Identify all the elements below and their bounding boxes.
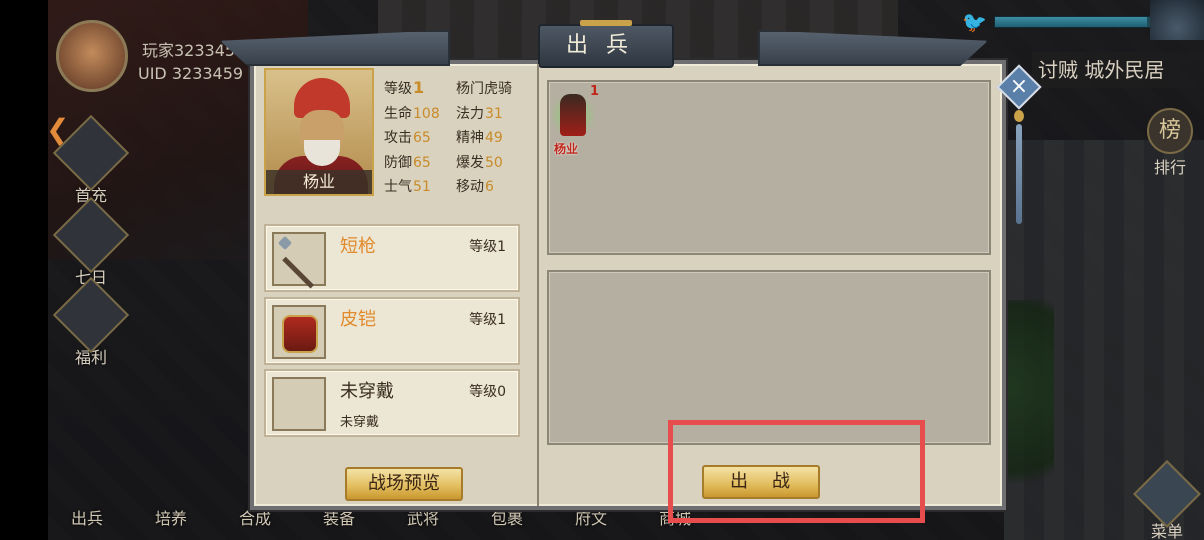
hero-portrait[interactable]: 杨业	[264, 68, 374, 196]
bottom-nav-bar: 出兵 培养 合成 装备 武将 包裹 府文 商城	[60, 505, 710, 540]
empty-slot-icon	[272, 377, 326, 431]
nav-deploy[interactable]: 出兵	[60, 505, 114, 540]
deployed-unit[interactable]: 1 杨业	[548, 84, 600, 158]
deploy-formation-area[interactable]	[547, 80, 991, 255]
equipment-level: 等级0	[469, 384, 506, 400]
hero-unit-type: 杨门虎骑	[456, 81, 512, 98]
welfare-button[interactable]: 福利	[52, 276, 130, 368]
equipment-name: 皮铠	[340, 309, 376, 330]
dialog-title-bar: 出兵	[220, 18, 988, 74]
title-wing-right	[758, 30, 988, 66]
stat-row: 攻击65 精神49	[384, 130, 503, 147]
dialog-title: 出兵	[538, 20, 674, 68]
equipment-slot-weapon[interactable]: 短枪 等级1	[264, 224, 520, 292]
equipment-slot-armor[interactable]: 皮铠 等级1	[264, 297, 520, 365]
hp-bar	[994, 16, 1154, 28]
hero-level: 1	[413, 78, 425, 98]
title-wing-left	[220, 30, 450, 66]
stat-row-level: 等级1 杨门虎骑	[384, 76, 534, 101]
ranking-label: 排行	[1153, 158, 1186, 177]
stat-row: 生命108 法力31	[384, 105, 503, 122]
equipment-level: 等级1	[469, 312, 506, 328]
nav-craft[interactable]: 合成	[228, 505, 282, 540]
stat-row: 防御65 爆发50	[384, 154, 503, 171]
highlight-box	[668, 420, 925, 523]
equipment-slot-empty[interactable]: 未穿戴 等级0 未穿戴	[264, 369, 520, 437]
hero-portrait-right[interactable]	[1150, 0, 1204, 40]
battlefield-preview-button[interactable]: 战场预览	[345, 467, 463, 501]
hp-bar-fill	[995, 17, 1147, 27]
seven-days-icon	[52, 196, 130, 274]
ranking-icon: 榜	[1147, 108, 1193, 154]
equipment-name: 未穿戴	[340, 381, 394, 402]
close-icon: ×	[1009, 74, 1029, 99]
stat-row: 士气51 移动6	[384, 179, 494, 196]
spear-icon	[272, 232, 326, 289]
hero-name: 杨业	[266, 170, 372, 194]
quest-tracker[interactable]: 讨贼 城外民居	[1032, 52, 1204, 88]
equipment-desc: 未穿戴	[340, 415, 380, 430]
unit-name: 杨业	[554, 142, 579, 156]
nav-train[interactable]: 培养	[144, 505, 198, 540]
equipment-level: 等级1	[469, 239, 506, 255]
nav-mansion[interactable]: 府文	[564, 505, 618, 540]
unit-count: 1	[590, 84, 600, 99]
pane-divider	[537, 64, 539, 506]
armor-icon	[272, 305, 326, 359]
pendant-decoration	[1014, 110, 1024, 230]
ranking-button[interactable]: 榜 排行	[1138, 108, 1202, 178]
unit-sprite	[560, 94, 586, 136]
equipment-name: 短枪	[340, 236, 376, 257]
first-recharge-button[interactable]: 首充	[52, 114, 130, 206]
nav-bag[interactable]: 包裹	[480, 505, 534, 540]
player-avatar[interactable]	[56, 20, 128, 92]
nav-generals[interactable]: 武将	[396, 505, 450, 540]
welfare-icon	[52, 276, 130, 354]
reserve-formation-area[interactable]	[547, 270, 991, 445]
menu-button[interactable]: 菜单	[1130, 460, 1204, 540]
hero-stats: 等级1 杨门虎骑 生命108 法力31 攻击65 精神49 防御65 爆发50 …	[384, 76, 534, 199]
nav-equip[interactable]: 装备	[312, 505, 366, 540]
first-recharge-icon	[52, 114, 130, 192]
